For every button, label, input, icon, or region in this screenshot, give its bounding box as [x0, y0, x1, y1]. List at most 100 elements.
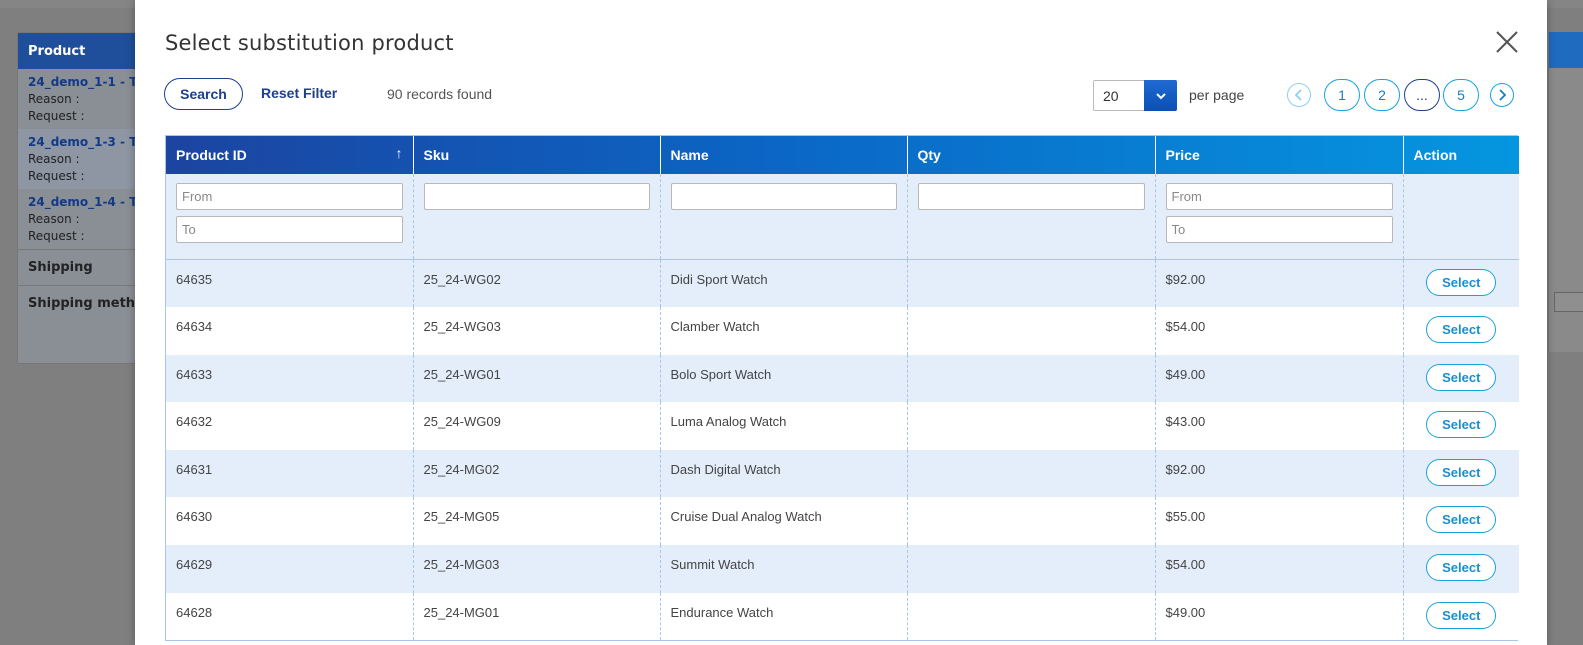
- cell-price: $92.00: [1155, 449, 1404, 498]
- filter-cell-qty: [907, 174, 1156, 260]
- table-row: 64632 25_24-WG09 Luma Analog Watch $43.0…: [166, 402, 1519, 450]
- cell-price: $49.00: [1155, 354, 1404, 403]
- cell-price: $54.00: [1155, 545, 1404, 593]
- cell-sku: 25_24-MG02: [413, 449, 661, 498]
- cell-action: Select: [1403, 402, 1519, 450]
- cell-name: Clamber Watch: [660, 307, 908, 355]
- cell-price: $43.00: [1155, 402, 1404, 450]
- modal-title: Select substitution product: [165, 31, 454, 55]
- pager-prev-button[interactable]: [1287, 83, 1311, 107]
- column-header-product-id[interactable]: Product ID ↑: [166, 136, 414, 174]
- cell-product-id: 64632: [166, 402, 414, 450]
- cell-sku: 25_24-WG09: [413, 402, 661, 450]
- background-right-input: [1554, 292, 1583, 312]
- cell-qty: [907, 545, 1156, 593]
- close-icon: [1496, 31, 1518, 53]
- column-header-price[interactable]: Price: [1155, 136, 1404, 174]
- select-button[interactable]: Select: [1426, 458, 1497, 486]
- select-button[interactable]: Select: [1426, 411, 1497, 439]
- price-from-input[interactable]: [1165, 183, 1393, 210]
- column-header-sku[interactable]: Sku: [413, 136, 661, 174]
- pager-page-2[interactable]: 2: [1364, 79, 1400, 111]
- background-right-panel: [1548, 32, 1583, 352]
- cell-name: Summit Watch: [660, 545, 908, 593]
- column-header-qty[interactable]: Qty: [907, 136, 1156, 174]
- price-to-input[interactable]: [1165, 216, 1393, 243]
- select-button[interactable]: Select: [1426, 506, 1497, 534]
- filter-cell-name: [660, 174, 908, 260]
- cell-name: Bolo Sport Watch: [660, 354, 908, 403]
- per-page-select[interactable]: 20: [1093, 80, 1177, 111]
- cell-product-id: 64629: [166, 545, 414, 593]
- cell-name: Didi Sport Watch: [660, 259, 908, 308]
- column-label: Product ID: [176, 147, 247, 163]
- cell-action: Select: [1403, 354, 1519, 403]
- cell-product-id: 64635: [166, 259, 414, 308]
- cell-sku: 25_24-MG01: [413, 592, 661, 641]
- table-row: 64634 25_24-WG03 Clamber Watch $54.00 Se…: [166, 307, 1519, 355]
- cell-qty: [907, 307, 1156, 355]
- chevron-down-icon[interactable]: [1144, 80, 1177, 111]
- table-row: 64635 25_24-WG02 Didi Sport Watch $92.00…: [166, 259, 1519, 308]
- name-filter-input[interactable]: [670, 183, 897, 210]
- close-button[interactable]: [1494, 29, 1520, 55]
- select-button[interactable]: Select: [1426, 316, 1497, 344]
- grid-toolbar: Search Reset Filter 90 records found 20 …: [164, 78, 1519, 112]
- cell-qty: [907, 497, 1156, 546]
- product-id-to-input[interactable]: [176, 216, 403, 243]
- cell-sku: 25_24-MG05: [413, 497, 661, 546]
- search-button[interactable]: Search: [164, 78, 243, 110]
- cell-name: Cruise Dual Analog Watch: [660, 497, 908, 546]
- pager-page-5[interactable]: 5: [1443, 79, 1479, 111]
- cell-qty: [907, 402, 1156, 450]
- pager-page-ellipsis[interactable]: ...: [1404, 79, 1440, 111]
- cell-qty: [907, 592, 1156, 641]
- select-button[interactable]: Select: [1426, 601, 1497, 629]
- per-page-value: 20: [1103, 88, 1119, 104]
- product-id-from-input[interactable]: [176, 183, 403, 210]
- cell-price: $54.00: [1155, 307, 1404, 355]
- cell-product-id: 64634: [166, 307, 414, 355]
- filter-row: [166, 174, 1519, 260]
- select-button[interactable]: Select: [1426, 269, 1497, 296]
- pager-next-button[interactable]: [1490, 83, 1514, 107]
- cell-action: Select: [1403, 449, 1519, 498]
- cell-qty: [907, 449, 1156, 498]
- table-row: 64631 25_24-MG02 Dash Digital Watch $92.…: [166, 449, 1519, 498]
- cell-sku: 25_24-WG02: [413, 259, 661, 308]
- table-header-row: Product ID ↑ Sku Name Qty Price Action: [166, 136, 1519, 174]
- cell-action: Select: [1403, 497, 1519, 546]
- qty-filter-input[interactable]: [917, 183, 1145, 210]
- table-row: 64630 25_24-MG05 Cruise Dual Analog Watc…: [166, 497, 1519, 546]
- pager-page-1[interactable]: 1: [1324, 79, 1360, 111]
- cell-product-id: 64631: [166, 449, 414, 498]
- cell-name: Luma Analog Watch: [660, 402, 908, 450]
- sort-ascending-icon[interactable]: ↑: [396, 145, 403, 161]
- filter-cell-action: [1403, 174, 1519, 260]
- filter-cell-product-id: [166, 174, 414, 260]
- table-row: 64628 25_24-MG01 Endurance Watch $49.00 …: [166, 592, 1519, 641]
- reset-filter-button[interactable]: Reset Filter: [261, 85, 337, 101]
- records-count: 90 records found: [387, 86, 493, 102]
- cell-price: $49.00: [1155, 592, 1404, 641]
- cell-qty: [907, 354, 1156, 403]
- select-button[interactable]: Select: [1426, 363, 1497, 391]
- table-row: 64633 25_24-WG01 Bolo Sport Watch $49.00…: [166, 354, 1519, 403]
- table-row: 64629 25_24-MG03 Summit Watch $54.00 Sel…: [166, 545, 1519, 593]
- substitution-modal: Select substitution product Search Reset…: [135, 0, 1547, 645]
- column-header-name[interactable]: Name: [660, 136, 908, 174]
- background-right-header: [1549, 32, 1583, 68]
- cell-action: Select: [1403, 259, 1519, 308]
- cell-price: $92.00: [1155, 259, 1404, 308]
- cell-sku: 25_24-WG01: [413, 354, 661, 403]
- chevron-right-icon: [1499, 89, 1507, 101]
- sku-filter-input[interactable]: [423, 183, 650, 210]
- cell-product-id: 64630: [166, 497, 414, 546]
- filter-cell-price: [1155, 174, 1404, 260]
- cell-sku: 25_24-WG03: [413, 307, 661, 355]
- select-button[interactable]: Select: [1426, 554, 1497, 582]
- chevron-left-icon: [1294, 89, 1302, 101]
- filter-cell-sku: [413, 174, 661, 260]
- cell-name: Endurance Watch: [660, 592, 908, 641]
- cell-action: Select: [1403, 307, 1519, 355]
